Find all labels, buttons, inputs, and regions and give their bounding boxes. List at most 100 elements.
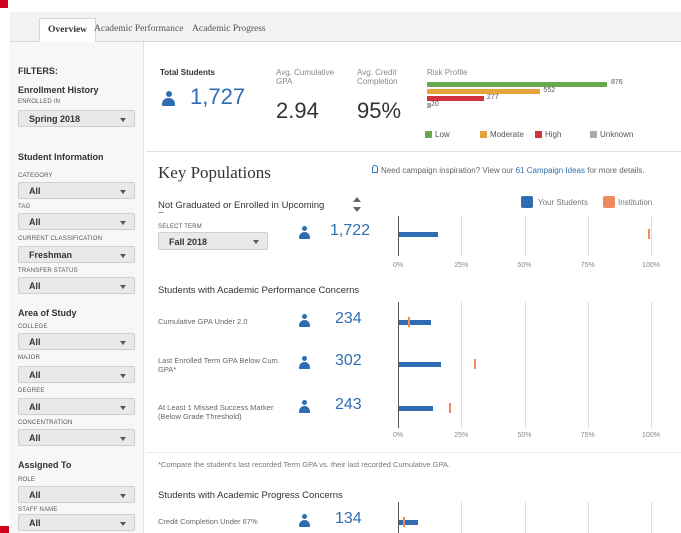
gridline <box>587 502 589 533</box>
transfer-status-select[interactable]: All <box>18 277 135 294</box>
risk-value-low: 876 <box>611 79 623 86</box>
not-graduated-label: Not Graduated or Enrolled in Upcoming Te… <box>158 200 325 213</box>
gridline <box>651 302 652 428</box>
tag-label: TAG <box>18 204 31 210</box>
select-term-value: Fall 2018 <box>169 237 208 247</box>
risk-value-high: 277 <box>486 94 499 101</box>
concentration-select[interactable]: All <box>18 429 135 446</box>
staff-name-select[interactable]: All <box>18 514 135 531</box>
role-label: ROLE <box>18 477 36 483</box>
lightbulb-icon <box>372 165 378 173</box>
chevron-down-icon <box>120 285 126 289</box>
academic-performance-title: Students with Academic Performance Conce… <box>158 285 360 296</box>
tag-select[interactable]: All <box>18 213 135 230</box>
tab-academic-performance[interactable]: Academic Performance <box>86 18 191 42</box>
tick-label: 75% <box>580 262 595 269</box>
major-select[interactable]: All <box>18 366 135 383</box>
corner-mark <box>0 526 9 533</box>
your-students-bar <box>398 232 439 237</box>
degree-label: DEGREE <box>18 388 45 394</box>
campaign-inspiration-text: Need campaign inspiration? View our 61 C… <box>381 166 645 175</box>
tick-label: 0% <box>392 262 404 269</box>
person-icon <box>299 226 310 239</box>
category-select[interactable]: All <box>18 182 135 199</box>
avg-gpa-label: Avg. Cumulative <box>276 68 335 77</box>
gridline <box>461 302 463 428</box>
chevron-down-icon <box>120 494 126 498</box>
tick-label: 25% <box>454 432 469 439</box>
person-icon <box>299 514 310 527</box>
chevron-down-icon <box>120 254 126 258</box>
risk-legend-swatch-unknown <box>590 131 597 138</box>
assigned-to-heading: Assigned To <box>18 460 72 470</box>
divider <box>146 452 681 453</box>
your-students-bar <box>398 520 419 525</box>
legend-your-students-swatch <box>521 196 533 208</box>
tick-label: 50% <box>517 432 532 439</box>
classification-label: CURRENT CLASSIFICATION <box>18 236 103 242</box>
enrolled-in-label: ENROLLED IN <box>18 99 61 105</box>
avg-credit-label-2: Completion <box>357 77 398 86</box>
total-students-label: Total Students <box>160 68 215 77</box>
student-information-heading: Student Information <box>18 152 104 162</box>
risk-bar-moderate <box>427 89 541 94</box>
person-icon <box>299 356 310 369</box>
person-icon <box>299 314 310 327</box>
person-icon <box>162 91 175 106</box>
risk-legend-moderate: Moderate <box>490 130 524 139</box>
tag-value: All <box>29 217 41 227</box>
classification-select[interactable]: Freshman <box>18 246 135 263</box>
chevron-down-icon <box>120 522 126 526</box>
gridline <box>398 302 399 428</box>
risk-legend-swatch-high <box>535 131 542 138</box>
concentration-label: CONCENTRATION <box>18 420 73 426</box>
role-value: All <box>29 490 41 500</box>
institution-marker <box>403 517 406 527</box>
academic-progress-title: Students with Academic Progress Concerns <box>158 490 343 501</box>
gridline <box>587 216 589 256</box>
row-label: Last Enrolled Term GPA Below Cum. GPA* <box>158 356 280 374</box>
area-of-study-heading: Area of Study <box>18 308 77 318</box>
role-select[interactable]: All <box>18 486 135 503</box>
risk-legend-unknown: Unknown <box>600 130 634 139</box>
tick-label: 75% <box>580 432 595 439</box>
row-stepper[interactable] <box>352 196 362 216</box>
chevron-up-icon[interactable] <box>353 197 361 202</box>
degree-value: All <box>29 402 41 412</box>
avg-gpa-value: 2.94 <box>276 98 319 123</box>
chevron-down-icon[interactable] <box>353 207 361 212</box>
campaign-pre: Need campaign inspiration? View our <box>381 166 516 175</box>
tick-label: 50% <box>517 262 532 269</box>
chevron-down-icon <box>120 190 126 194</box>
tick-label: 25% <box>454 262 469 269</box>
gridline <box>587 302 589 428</box>
institution-marker <box>473 359 476 369</box>
college-value: All <box>29 337 41 347</box>
avg-credit-value: 95% <box>357 98 402 123</box>
risk-legend-swatch-low <box>425 131 432 138</box>
gridline <box>398 216 399 256</box>
select-term-dropdown[interactable]: Fall 2018 <box>158 232 268 250</box>
transfer-status-label: TRANSFER STATUS <box>18 268 78 274</box>
row-label: At Least 1 Missed Success Marker (Below … <box>158 403 274 421</box>
degree-select[interactable]: All <box>18 398 135 415</box>
college-select[interactable]: All <box>18 333 135 350</box>
chevron-down-icon <box>120 437 126 441</box>
corner-mark <box>0 0 8 8</box>
enrolled-in-select[interactable]: Spring 2018 <box>18 110 135 127</box>
institution-marker <box>408 317 411 327</box>
row-label: Credit Completion Under 67% <box>158 517 258 526</box>
risk-legend-high: High <box>545 130 562 139</box>
tick-label: 100% <box>642 432 660 439</box>
footnote: *Compare the student's last recorded Ter… <box>158 460 450 469</box>
your-students-bar <box>398 320 431 325</box>
tab-academic-progress[interactable]: Academic Progress <box>184 18 274 42</box>
college-label: COLLEGE <box>18 324 48 330</box>
staff-name-value: All <box>29 518 41 528</box>
total-students-value: 1,727 <box>190 84 246 109</box>
chevron-down-icon <box>120 341 126 345</box>
campaign-ideas-link[interactable]: 61 Campaign Ideas <box>516 166 585 175</box>
transfer-status-value: All <box>29 281 41 291</box>
legend-your-students: Your Students <box>538 198 588 207</box>
risk-value-moderate: 552 <box>543 87 556 94</box>
